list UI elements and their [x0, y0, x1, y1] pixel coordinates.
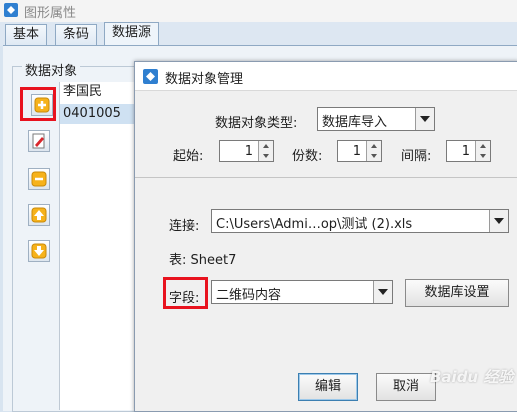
tab-basic[interactable]: 基本 — [5, 24, 48, 45]
list-item[interactable]: 0401005 — [60, 104, 141, 124]
tab-strip: 基本 条码 数据源 — [0, 22, 517, 46]
copies-stepper[interactable]: 1 — [337, 140, 382, 162]
move-down-button[interactable] — [28, 240, 50, 262]
remove-object-button[interactable] — [28, 168, 50, 190]
arrow-up-icon — [31, 207, 47, 223]
data-object-management-dialog: 数据对象管理 数据对象类型: 数据库导入 起始: 1 份数: 1 间隔: 1 连… — [134, 61, 517, 412]
highlight-add-button — [20, 87, 56, 121]
type-select[interactable]: 数据库导入 — [317, 107, 435, 131]
field-select[interactable]: 二维码内容 — [211, 280, 393, 304]
type-label: 数据对象类型: — [215, 116, 298, 131]
interval-value: 1 — [461, 144, 470, 159]
dialog-title: 数据对象管理 — [165, 72, 244, 87]
watermark: Baidu 经验 — [430, 368, 514, 386]
outer-window-titlebar: 图形属性 — [0, 0, 517, 23]
start-value: 1 — [244, 144, 253, 159]
chevron-down-icon[interactable] — [415, 108, 434, 130]
highlight-field-label — [163, 277, 208, 309]
connection-label: 连接: — [169, 219, 200, 234]
field-select-value: 二维码内容 — [216, 288, 282, 303]
tab-data-source[interactable]: 数据源 — [104, 22, 160, 45]
chevron-down-icon[interactable] — [373, 281, 392, 303]
outer-window-title: 图形属性 — [24, 6, 77, 21]
start-label: 起始: — [173, 149, 204, 164]
app-icon — [4, 3, 18, 17]
start-stepper[interactable]: 1 — [219, 140, 274, 162]
data-object-list[interactable]: 李国民 0401005 — [59, 82, 141, 410]
arrow-down-icon — [31, 243, 47, 259]
table-label: 表: Sheet7 — [169, 253, 237, 268]
copies-value: 1 — [352, 144, 361, 159]
move-up-button[interactable] — [28, 204, 50, 226]
app-icon — [143, 69, 158, 84]
connection-select-value: C:\Users\Admi…op\测试 (2).xls — [216, 217, 413, 232]
connection-select[interactable]: C:\Users\Admi…op\测试 (2).xls — [211, 209, 509, 233]
cancel-button[interactable]: 取消 — [376, 373, 436, 401]
decrement-icon[interactable] — [258, 151, 273, 161]
dialog-titlebar: 数据对象管理 — [135, 62, 517, 91]
decrement-icon[interactable] — [475, 151, 490, 161]
data-objects-label: 数据对象 — [22, 60, 81, 79]
edit-object-button[interactable] — [28, 130, 50, 152]
database-settings-button[interactable]: 数据库设置 — [405, 279, 509, 307]
list-item[interactable]: 李国民 — [60, 82, 141, 102]
minus-icon — [31, 171, 47, 187]
tab-barcode[interactable]: 条码 — [55, 24, 98, 45]
edit-icon — [32, 133, 45, 149]
copies-label: 份数: — [292, 149, 323, 164]
chevron-down-icon[interactable] — [489, 210, 508, 232]
interval-label: 间隔: — [401, 149, 432, 164]
separator — [135, 177, 517, 178]
interval-stepper[interactable]: 1 — [446, 140, 491, 162]
decrement-icon[interactable] — [366, 151, 381, 161]
edit-button[interactable]: 编辑 — [298, 373, 358, 401]
type-select-value: 数据库导入 — [322, 115, 388, 130]
